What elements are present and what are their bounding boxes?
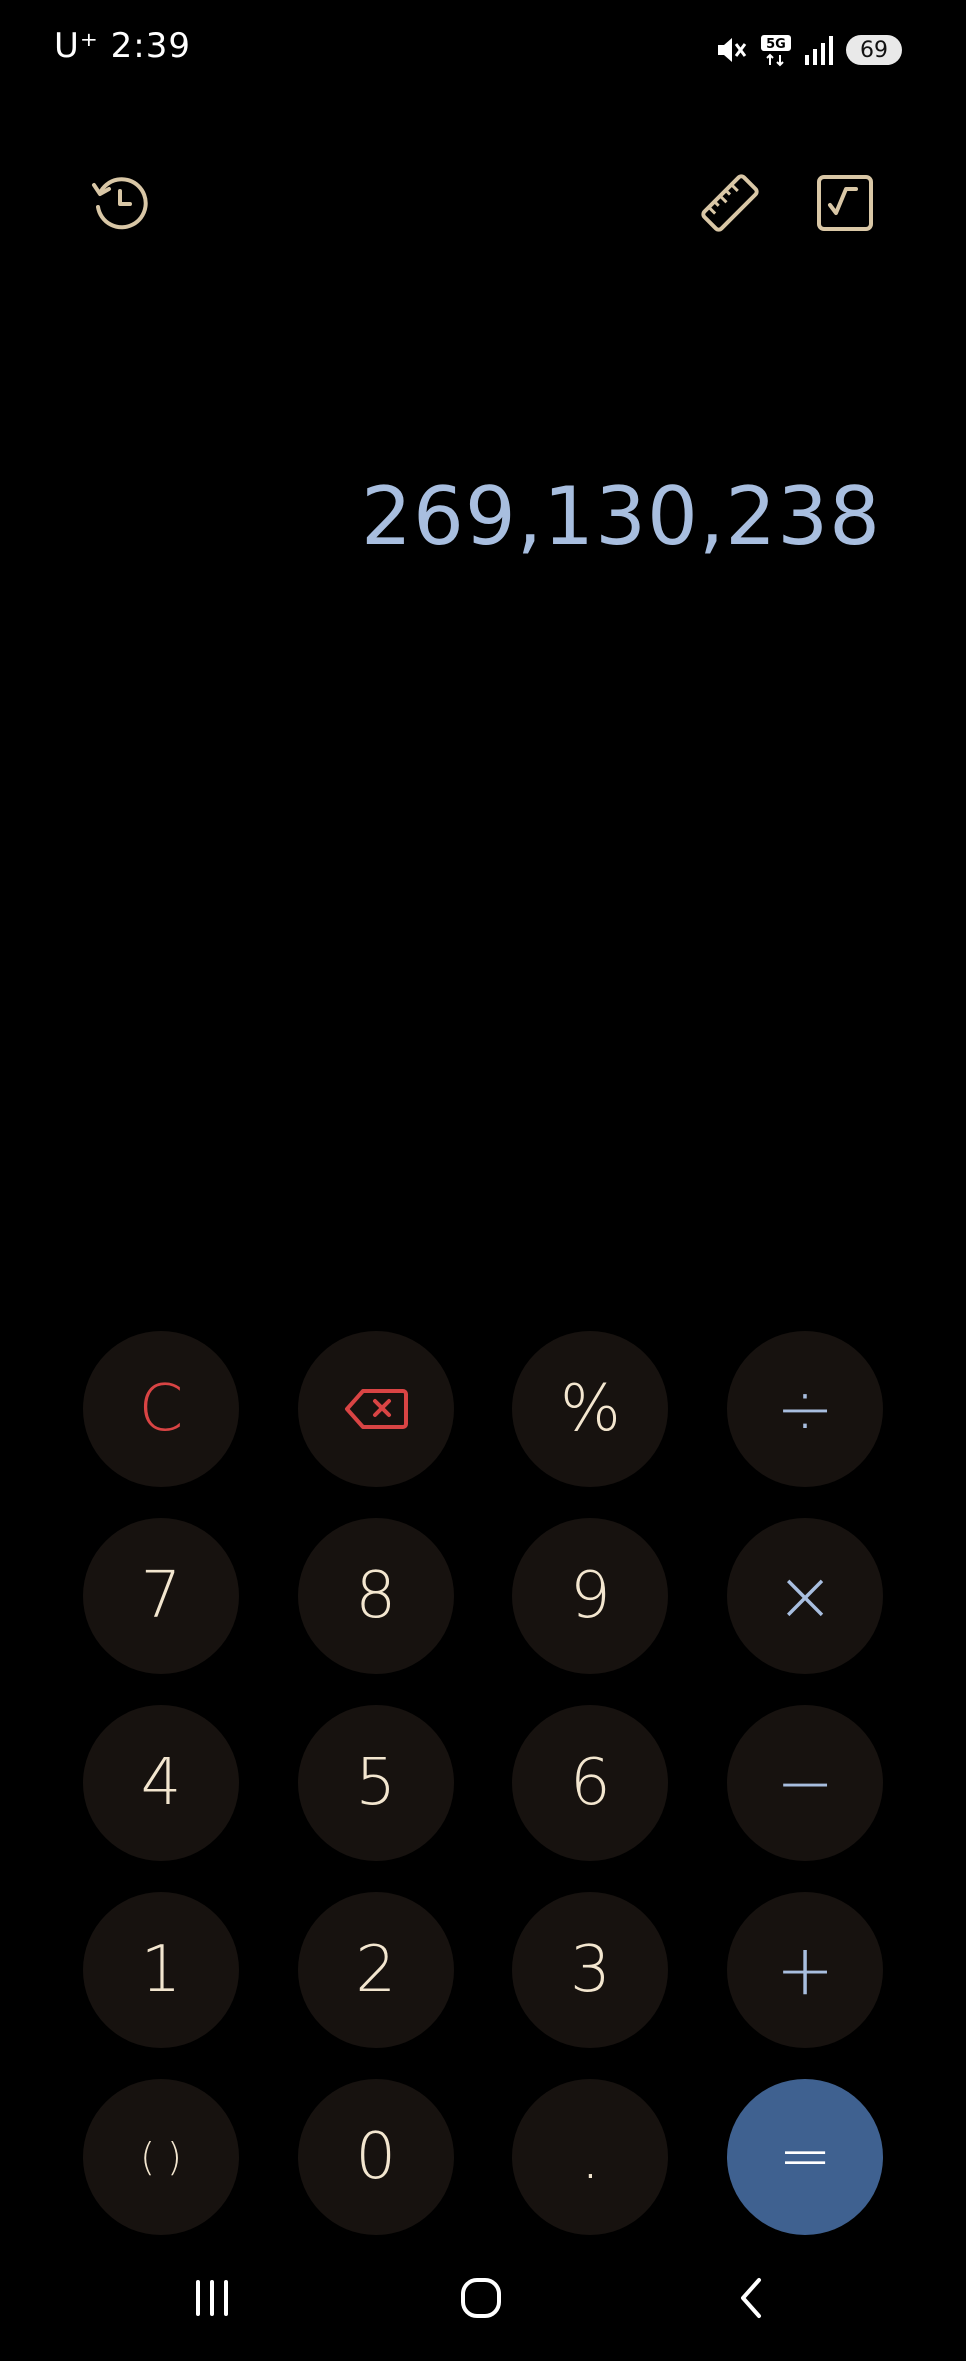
network-label: 5G xyxy=(766,37,786,52)
signal-icon xyxy=(804,33,834,67)
status-icons: 5G 69 xyxy=(714,30,902,70)
history-icon xyxy=(88,171,152,239)
digit-2-button[interactable]: 2 xyxy=(297,1892,454,2048)
backspace-button[interactable] xyxy=(297,1331,454,1487)
digit-0-button[interactable]: 0 xyxy=(297,2079,454,2235)
recent-apps-button[interactable] xyxy=(177,2265,247,2335)
keypad: C % ÷ 7 8 9 × 4 5 6 − 1 2 3 + ( ) 0 . = xyxy=(83,1331,884,2235)
decimal-button[interactable]: . xyxy=(512,2079,669,2235)
minus-button[interactable]: − xyxy=(727,1705,884,1861)
back-button[interactable] xyxy=(718,2265,788,2335)
clear-button[interactable]: C xyxy=(83,1331,239,1487)
equals-button[interactable]: = xyxy=(727,2079,884,2235)
digit-8-button[interactable]: 8 xyxy=(297,1518,454,1674)
status-bar: U⁺ 2:39 5G 69 xyxy=(0,0,966,100)
carrier-time: U⁺ 2:39 xyxy=(54,26,191,66)
digit-6-button[interactable]: 6 xyxy=(512,1705,669,1861)
ruler-icon xyxy=(696,169,764,241)
mute-icon xyxy=(714,33,748,67)
battery-icon: 69 xyxy=(846,35,902,65)
scientific-mode-button[interactable] xyxy=(805,165,885,245)
digit-3-button[interactable]: 3 xyxy=(512,1892,669,2048)
navigation-bar xyxy=(0,2255,966,2345)
divide-button[interactable]: ÷ xyxy=(727,1331,884,1487)
parentheses-button[interactable]: ( ) xyxy=(83,2079,239,2235)
digit-9-button[interactable]: 9 xyxy=(512,1518,669,1674)
percent-button[interactable]: % xyxy=(512,1331,669,1487)
plus-button[interactable]: + xyxy=(727,1892,884,2048)
scientific-icon xyxy=(815,173,875,237)
digit-1-button[interactable]: 1 xyxy=(83,1892,239,2048)
back-icon xyxy=(731,2276,775,2324)
history-button[interactable] xyxy=(80,165,160,245)
multiply-button[interactable]: × xyxy=(727,1518,884,1674)
result-display: 269,130,238 xyxy=(361,470,881,563)
unit-converter-button[interactable] xyxy=(690,165,770,245)
home-button[interactable] xyxy=(446,2265,516,2335)
digit-4-button[interactable]: 4 xyxy=(83,1705,239,1861)
digit-5-button[interactable]: 5 xyxy=(297,1705,454,1861)
recents-icon xyxy=(190,2276,234,2324)
digit-7-button[interactable]: 7 xyxy=(83,1518,239,1674)
5g-icon: 5G xyxy=(760,33,792,67)
backspace-icon xyxy=(343,1387,409,1431)
home-icon xyxy=(459,2276,503,2324)
